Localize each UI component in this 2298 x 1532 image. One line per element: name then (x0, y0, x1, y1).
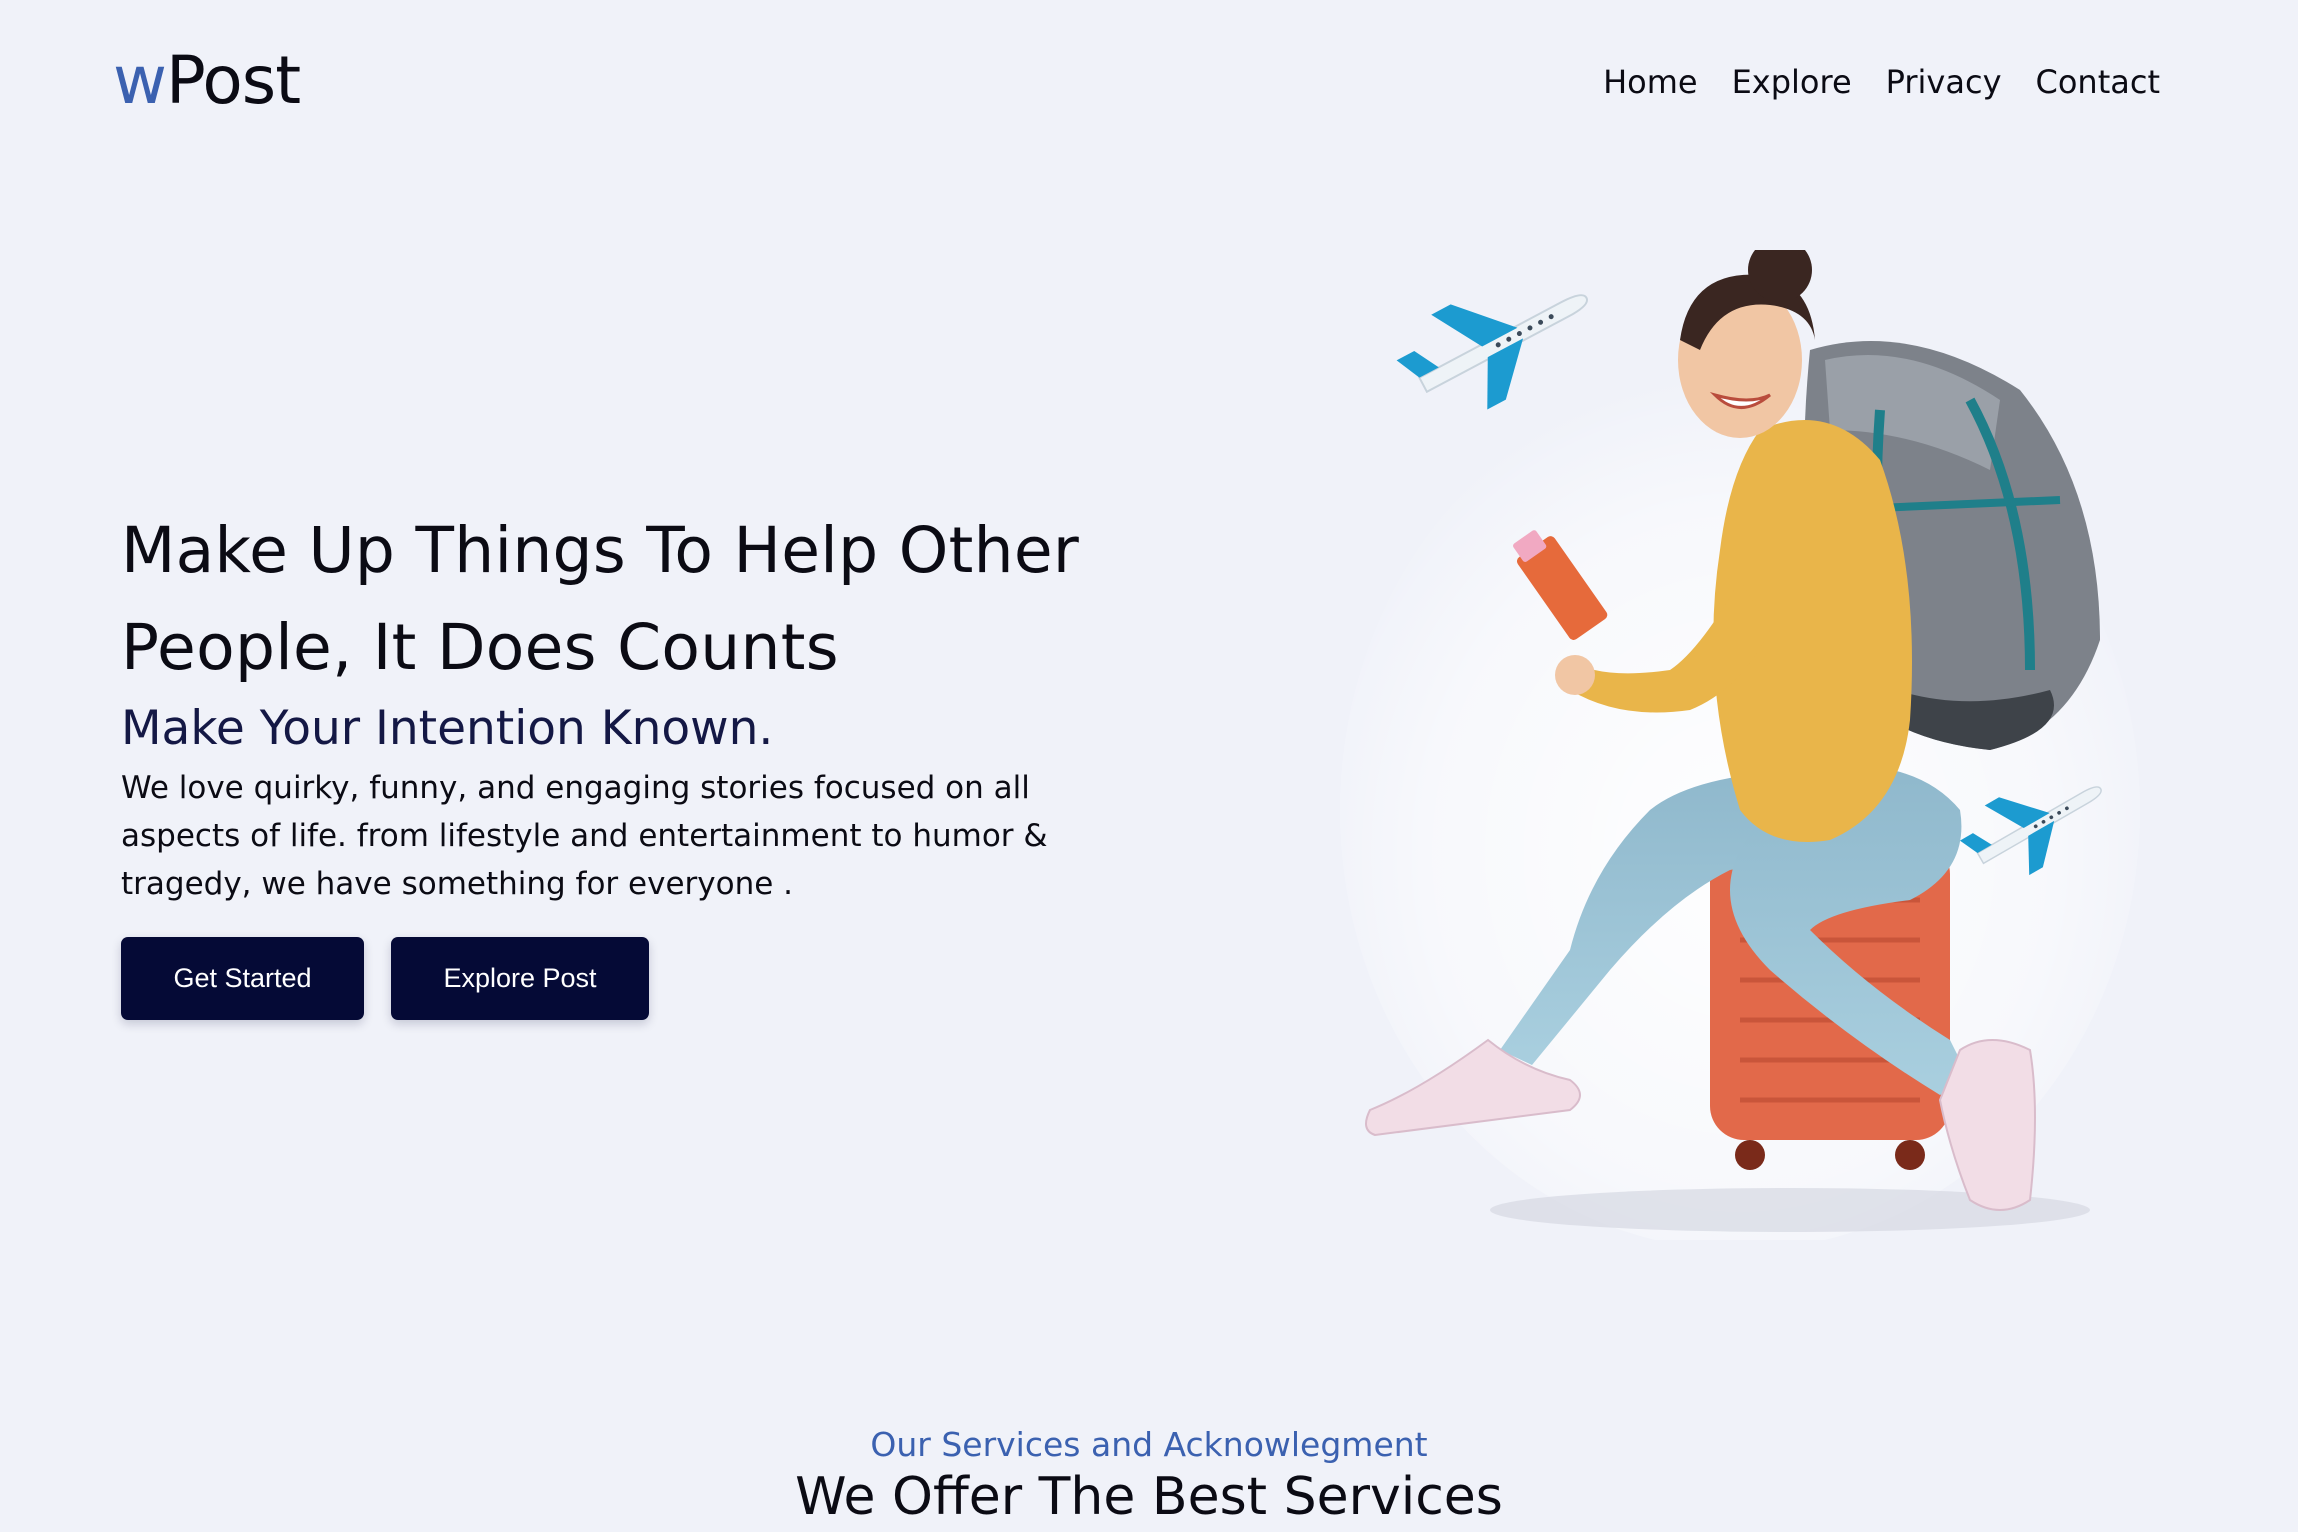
services-title: We Offer The Best Services (795, 1467, 1503, 1527)
explore-post-button[interactable]: Explore Post (391, 937, 649, 1020)
nav-link-home[interactable]: Home (1603, 58, 1698, 106)
hero-illustration (1270, 238, 2140, 1250)
main-nav: Home Explore Privacy Contact (1603, 58, 2160, 106)
get-started-button[interactable]: Get Started (121, 937, 364, 1020)
traveler-illustration (1340, 238, 2140, 1250)
nav-link-privacy[interactable]: Privacy (1886, 58, 2002, 106)
hero-subtitle: Make Your Intention Known. (121, 701, 774, 756)
hero-title: Make Up Things To Help Other People, It … (121, 514, 1080, 684)
hero-description: We love quirky, funny, and engaging stor… (121, 770, 1048, 902)
nav-link-explore[interactable]: Explore (1732, 58, 1852, 106)
nav-link-contact[interactable]: Contact (2036, 58, 2161, 106)
site-logo[interactable]: wPost (113, 38, 301, 124)
logo-text: Post (165, 42, 301, 119)
logo-prefix: w (113, 42, 167, 119)
